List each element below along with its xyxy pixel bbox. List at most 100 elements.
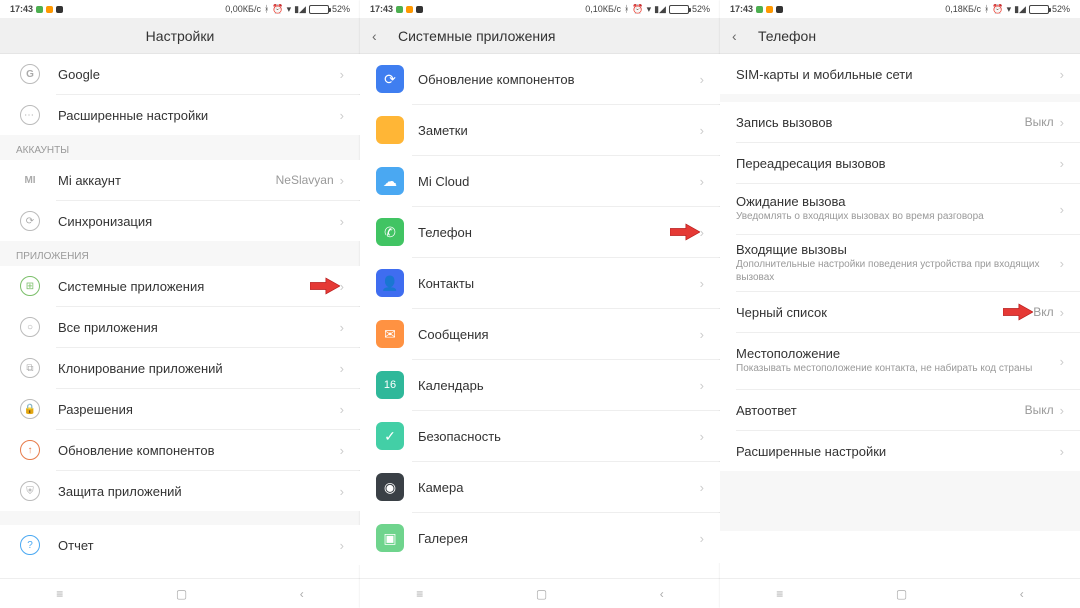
back-button[interactable]: ‹ <box>372 28 388 44</box>
content-scroll[interactable]: G Google › ⋯ Расширенные настройки › АКК… <box>0 54 360 578</box>
nav-home-icon[interactable]: ▢ <box>536 587 547 601</box>
chevron-right-icon: › <box>340 279 344 294</box>
nav-home-icon[interactable]: ▢ <box>176 587 187 601</box>
status-bar: 17:43 0,18КБ/с ᚼ ⏰ ▾ ▮◢ 52% <box>720 0 1080 18</box>
clock: 17:43 <box>730 4 753 14</box>
row-security[interactable]: ✓ Безопасность › <box>360 411 720 461</box>
nav-bar: ≡ ▢ ‹ <box>720 578 1080 608</box>
alarm-icon: ⏰ <box>272 4 283 15</box>
row-label: Google <box>58 67 340 82</box>
shield-icon: ⛨ <box>20 481 40 501</box>
notes-app-icon <box>376 116 404 144</box>
section-apps: ПРИЛОЖЕНИЯ <box>0 241 360 266</box>
grid-icon: ⊞ <box>20 276 40 296</box>
nav-recent-icon[interactable]: ≡ <box>776 587 783 601</box>
row-notes[interactable]: Заметки › <box>360 105 720 155</box>
row-component-updates[interactable]: ⟳ Обновление компонентов › <box>360 54 720 104</box>
wifi-icon: ▾ <box>1007 4 1012 15</box>
clone-icon: ⧉ <box>20 358 40 378</box>
circle-icon: ○ <box>20 317 40 337</box>
row-advanced-settings[interactable]: ⋯ Расширенные настройки › <box>0 95 360 135</box>
header: ‹ Системные приложения <box>360 18 720 54</box>
update-icon: ↑ <box>20 440 40 460</box>
data-rate: 0,10КБ/с <box>585 4 621 14</box>
chevron-right-icon: › <box>340 443 344 458</box>
data-rate: 0,00КБ/с <box>225 4 261 14</box>
signal-icon: ▮◢ <box>654 4 666 15</box>
row-phone[interactable]: ✆ Телефон › <box>360 207 720 257</box>
section-spacer <box>0 511 360 525</box>
row-auto-answer[interactable]: Автоответ Выкл › <box>720 390 1080 430</box>
notif-chip-icon <box>756 6 763 13</box>
nav-bar: ≡ ▢ ‹ <box>0 578 360 608</box>
mi-icon: MI <box>20 170 40 190</box>
chevron-right-icon: › <box>340 173 344 188</box>
row-messages[interactable]: ✉ Сообщения › <box>360 309 720 359</box>
chevron-right-icon: › <box>1060 156 1064 171</box>
chevron-right-icon: › <box>1060 403 1064 418</box>
row-location[interactable]: Местоположение Показывать местоположение… <box>720 333 1080 389</box>
row-label: Обновление компонентов <box>418 72 700 87</box>
row-clone-apps[interactable]: ⧉ Клонирование приложений › <box>0 348 360 388</box>
chevron-right-icon: › <box>700 174 704 189</box>
nav-back-icon[interactable]: ‹ <box>1020 587 1024 601</box>
row-label: Все приложения <box>58 320 340 335</box>
nav-recent-icon[interactable]: ≡ <box>416 587 423 601</box>
row-label: Обновление компонентов <box>58 443 340 458</box>
alarm-icon: ⏰ <box>992 4 1003 15</box>
row-value: Выкл <box>1025 115 1054 129</box>
row-label: Контакты <box>418 276 700 291</box>
notif-chip-icon <box>396 6 403 13</box>
chevron-right-icon: › <box>700 225 704 240</box>
google-icon: G <box>20 64 40 84</box>
row-label: Отчет <box>58 538 340 553</box>
row-permissions[interactable]: 🔒 Разрешения › <box>0 389 360 429</box>
row-all-apps[interactable]: ○ Все приложения › <box>0 307 360 347</box>
row-call-waiting[interactable]: Ожидание вызова Уведомлять о входящих вы… <box>720 184 1080 234</box>
nav-back-icon[interactable]: ‹ <box>660 587 664 601</box>
row-label: Клонирование приложений <box>58 361 340 376</box>
row-call-recording[interactable]: Запись вызовов Выкл › <box>720 102 1080 142</box>
row-app-protection[interactable]: ⛨ Защита приложений › <box>0 471 360 511</box>
row-camera[interactable]: ◉ Камера › <box>360 462 720 512</box>
row-blacklist[interactable]: Черный список Вкл › <box>720 292 1080 332</box>
row-google[interactable]: G Google › <box>0 54 360 94</box>
row-system-apps[interactable]: ⊞ Системные приложения › <box>0 266 360 306</box>
row-mi-account[interactable]: MI Mi аккаунт NeSlavyan › <box>0 160 360 200</box>
content-scroll[interactable]: SIM-карты и мобильные сети › Запись вызо… <box>720 54 1080 578</box>
row-gallery[interactable]: ▣ Галерея › <box>360 513 720 563</box>
chevron-right-icon: › <box>1060 305 1064 320</box>
row-advanced[interactable]: Расширенные настройки › <box>720 431 1080 471</box>
nav-home-icon[interactable]: ▢ <box>896 587 907 601</box>
red-arrow-icon <box>310 277 340 295</box>
red-arrow-icon <box>1003 303 1033 321</box>
row-component-updates[interactable]: ↑ Обновление компонентов › <box>0 430 360 470</box>
row-calendar[interactable]: 16 Календарь › <box>360 360 720 410</box>
row-sub: Показывать местоположение контакта, не н… <box>736 363 1060 376</box>
row-label: Камера <box>418 480 700 495</box>
row-incoming-calls[interactable]: Входящие вызовы Дополнительные настройки… <box>720 235 1080 291</box>
nav-recent-icon[interactable]: ≡ <box>56 587 63 601</box>
row-label: Ожидание вызова <box>736 194 1060 209</box>
clock: 17:43 <box>10 4 33 14</box>
back-button[interactable]: ‹ <box>732 28 748 44</box>
status-bar: 17:43 0,10КБ/с ᚼ ⏰ ▾ ▮◢ 52% <box>360 0 720 18</box>
chevron-right-icon: › <box>1060 256 1064 271</box>
row-mi-cloud[interactable]: ☁ Mi Cloud › <box>360 156 720 206</box>
chevron-right-icon: › <box>340 484 344 499</box>
notif-chip-icon <box>36 6 43 13</box>
battery-icon <box>669 5 689 14</box>
cloud-app-icon: ☁ <box>376 167 404 195</box>
row-sim-networks[interactable]: SIM-карты и мобильные сети › <box>720 54 1080 94</box>
nav-back-icon[interactable]: ‹ <box>300 587 304 601</box>
row-sync[interactable]: ⟳ Синхронизация › <box>0 201 360 241</box>
security-app-icon: ✓ <box>376 422 404 450</box>
data-rate: 0,18КБ/с <box>945 4 981 14</box>
row-label: Сообщения <box>418 327 700 342</box>
row-report[interactable]: ? Отчет › <box>0 525 360 565</box>
wifi-icon: ▾ <box>647 4 652 15</box>
content-scroll[interactable]: ⟳ Обновление компонентов › Заметки › ☁ M… <box>360 54 720 578</box>
row-contacts[interactable]: 👤 Контакты › <box>360 258 720 308</box>
row-call-forwarding[interactable]: Переадресация вызовов › <box>720 143 1080 183</box>
row-label: Mi аккаунт <box>58 173 276 188</box>
